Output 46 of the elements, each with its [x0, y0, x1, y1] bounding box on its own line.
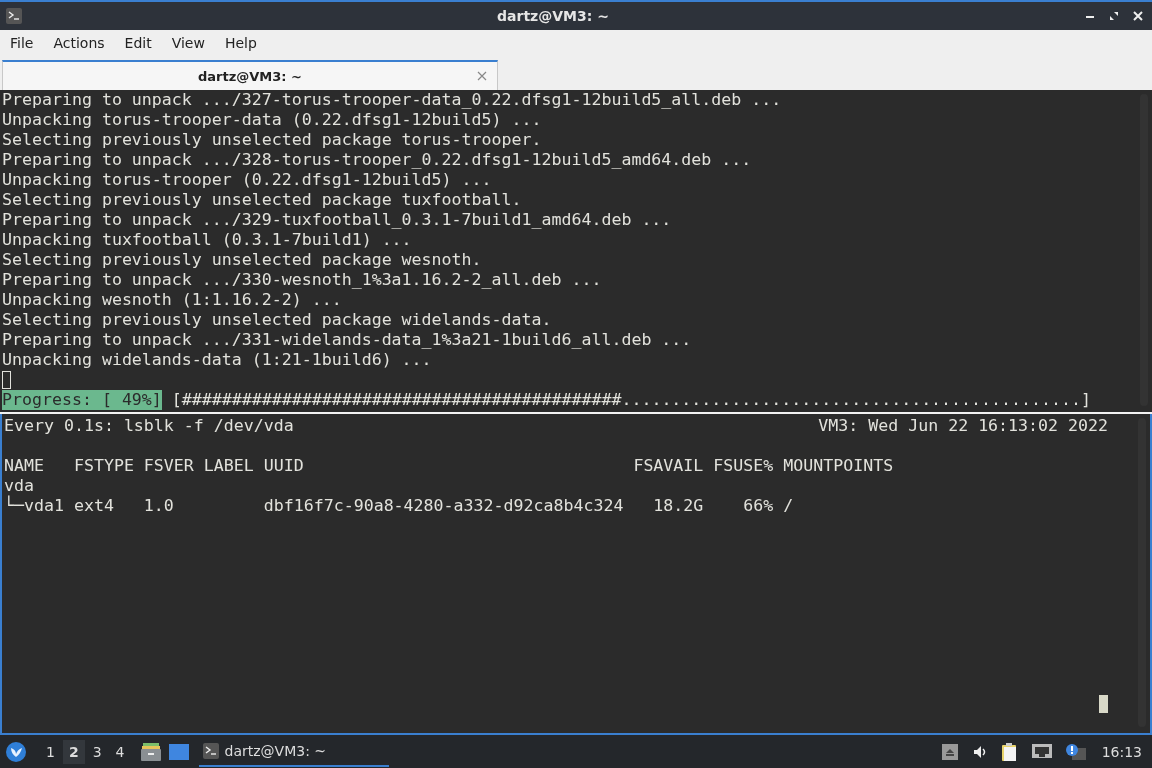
- terminal-line: Selecting previously unselected package wesnoth.: [1, 250, 483, 270]
- terminal-line: Preparing to unpack .../330-wesnoth_1%3a1.16.2-2_all.deb ...: [1, 270, 603, 290]
- terminal-icon: [202, 742, 219, 759]
- eject-icon[interactable]: [941, 743, 958, 760]
- terminal-line: └─vda1 ext4 1.0 dbf16f7c-90a8-4280-a332-d92ca8b4c324 18.2G 66% /: [4, 496, 794, 516]
- cursor: [1099, 695, 1108, 713]
- terminal-line: Unpacking tuxfootball (0.3.1-7build1) ...: [1, 230, 413, 250]
- watch-command: Every 0.1s: lsblk -f /dev/vda: [4, 416, 294, 436]
- menu-item[interactable]: File: [10, 35, 44, 51]
- clock: 16:13: [1101, 743, 1142, 760]
- terminal-icon: [6, 8, 22, 24]
- menu-item[interactable]: Actions: [53, 35, 115, 51]
- progress-bar-text: [############################################..............................................]: [171, 390, 1091, 410]
- desktop-icon[interactable]: [168, 743, 189, 760]
- terminal-line: Preparing to unpack .../328-torus-trooper_0.22.dfsg1-12build5_amd64.deb ...: [1, 150, 753, 170]
- terminal-line: Selecting previously unselected package tuxfootball.: [1, 190, 523, 210]
- terminal-line: Selecting previously unselected package widelands-data.: [1, 310, 553, 330]
- clipboard-icon[interactable]: [1001, 742, 1018, 761]
- cursor: [2, 371, 11, 389]
- menu-item[interactable]: Help: [224, 35, 267, 51]
- file-cabinet-icon[interactable]: [140, 742, 161, 761]
- terminal-line: Preparing to unpack .../329-tuxfootball_0.3.1-7build1_amd64.deb ...: [1, 210, 673, 230]
- desktop-switch[interactable]: 3: [86, 739, 108, 764]
- terminal-line: Preparing to unpack .../327-torus-trooper-data_0.22.dfsg1-12build5_all.deb ...: [1, 90, 783, 110]
- menu-item[interactable]: View: [171, 35, 215, 51]
- terminal-line: NAME FSTYPE FSVER LABEL UUID FSAVAIL FSUSE% MOUNTPOINTS: [4, 456, 894, 476]
- desktop-switch[interactable]: 1: [40, 739, 61, 764]
- notification-icon[interactable]: [1065, 743, 1086, 760]
- start-menu-icon[interactable]: [6, 741, 26, 762]
- terminal-line: vda: [4, 476, 34, 495]
- taskbar-window-button[interactable]: dartz@VM3: ~: [198, 736, 389, 767]
- desktop-switch[interactable]: 4: [109, 739, 131, 764]
- tab[interactable]: dartz@VM3: ~: [2, 60, 498, 90]
- terminal-line: Selecting previously unselected package torus-trooper.: [1, 130, 543, 150]
- network-icon[interactable]: [1031, 743, 1052, 760]
- terminal-line: Unpacking torus-trooper (0.22.dfsg1-12build5) ...: [1, 170, 493, 190]
- terminal-line: Preparing to unpack .../331-widelands-data_1%3a21-1build6_all.deb ...: [1, 330, 693, 350]
- terminal-line: Unpacking torus-trooper-data (0.22.dfsg1-12build5) ...: [1, 110, 543, 130]
- progress-label: Progress: [ 49%]: [2, 390, 162, 410]
- menu-item[interactable]: Edit: [124, 35, 162, 51]
- desktop-switch[interactable]: 2: [62, 739, 85, 764]
- watch-timestamp: VM3: Wed Jun 22 16:13:02 2022: [818, 416, 1108, 436]
- maximize-button[interactable]: [1108, 10, 1120, 22]
- window-title: dartz@VM3: ~: [496, 8, 610, 24]
- terminal-line: Unpacking wesnoth (1:1.16.2-2) ...: [1, 290, 343, 310]
- terminal-line: Unpacking widelands-data (1:21-1build6) ...: [1, 350, 433, 370]
